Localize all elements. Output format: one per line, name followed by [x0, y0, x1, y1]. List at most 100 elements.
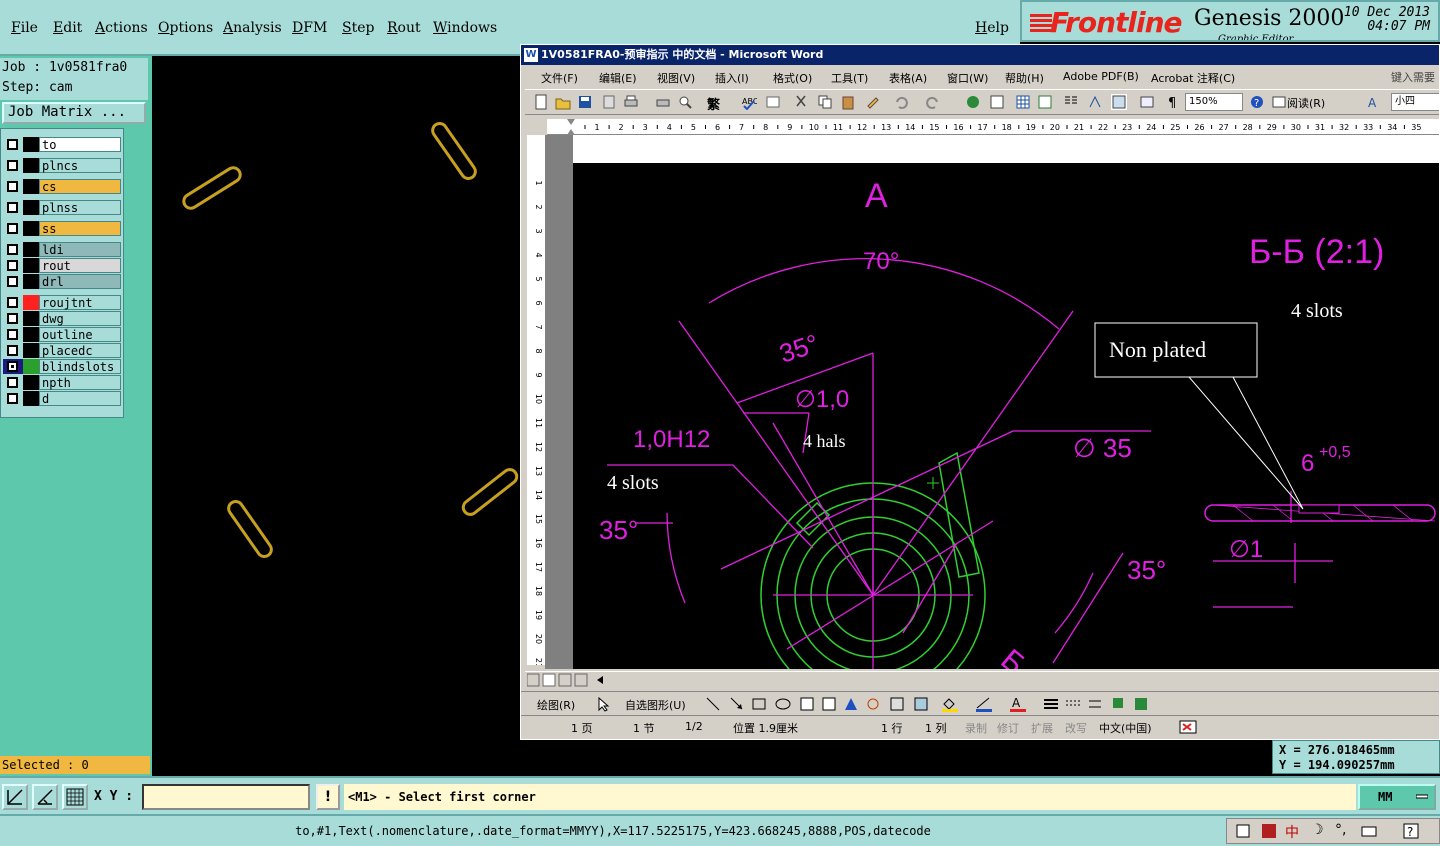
layer-checkbox[interactable] — [7, 202, 18, 213]
units-select[interactable]: MM — [1358, 784, 1436, 810]
layer-name[interactable]: to — [39, 137, 121, 152]
arrow-style-icon[interactable] — [1087, 696, 1103, 712]
layer-row-blindslots[interactable]: blindslots — [3, 359, 121, 374]
dash-style-icon[interactable] — [1065, 696, 1081, 712]
redo-icon[interactable] — [925, 94, 941, 110]
pilcrow-icon[interactable]: ¶ — [1165, 94, 1181, 110]
layer-name[interactable]: ss — [39, 221, 121, 236]
menu-windows[interactable]: Windows — [433, 20, 497, 36]
tables-borders-icon[interactable] — [989, 94, 1005, 110]
line-icon[interactable] — [705, 696, 721, 712]
layer-name[interactable]: placedc — [39, 343, 121, 358]
word-window[interactable]: W 1V0581FRA0-预审指示 中的文档 - Microsoft Word … — [520, 44, 1440, 740]
line-color-icon[interactable] — [975, 696, 995, 712]
layer-checkbox[interactable] — [7, 361, 18, 372]
preview-icon[interactable] — [677, 94, 693, 110]
info-button[interactable]: ! — [316, 784, 340, 810]
ime-logo-icon[interactable] — [1261, 823, 1277, 839]
insert-table-icon[interactable] — [1015, 94, 1031, 110]
layer-row-d[interactable]: d — [3, 391, 121, 406]
menu-edit[interactable]: Edit — [53, 20, 82, 36]
indent-marker-icon[interactable] — [567, 119, 575, 135]
save-icon[interactable] — [577, 94, 593, 110]
ime-help-icon[interactable]: ? — [1403, 823, 1419, 839]
open-folder-icon[interactable] — [555, 94, 571, 110]
3d-icon[interactable] — [1133, 696, 1149, 712]
spelling-icon[interactable]: ABC — [741, 94, 757, 110]
layer-checkbox[interactable] — [7, 297, 18, 308]
layer-checkbox[interactable] — [7, 223, 18, 234]
status-ovr[interactable]: 改写 — [1065, 720, 1087, 736]
layer-checkbox[interactable] — [7, 260, 18, 271]
ime-menu-icon[interactable] — [1235, 823, 1251, 839]
graphic-canvas[interactable] — [152, 56, 522, 776]
spelling-status-icon[interactable] — [1179, 719, 1201, 735]
layer-checkbox[interactable] — [7, 160, 18, 171]
layer-color-swatch[interactable] — [23, 311, 39, 326]
font-color-icon[interactable]: A — [1009, 696, 1029, 712]
layer-color-swatch[interactable] — [23, 343, 39, 358]
picture-icon[interactable] — [913, 696, 929, 712]
layer-color-swatch[interactable] — [23, 375, 39, 390]
hyperlink-icon[interactable] — [965, 94, 981, 110]
rectangle-icon[interactable] — [751, 696, 767, 712]
menu-options[interactable]: Options — [158, 20, 213, 36]
layer-row-dwg[interactable]: dwg — [3, 311, 121, 326]
arrow-icon[interactable] — [729, 696, 745, 712]
word-menu-insert[interactable]: 插入(I) — [715, 70, 749, 86]
select-objects-icon[interactable] — [595, 696, 611, 712]
word-menu-window[interactable]: 窗口(W) — [947, 70, 988, 86]
fill-color-icon[interactable] — [941, 696, 961, 712]
word-menu-acrobat[interactable]: Acrobat 注释(C) — [1151, 70, 1235, 86]
horizontal-scrollbar[interactable] — [525, 671, 1439, 687]
layer-checkbox[interactable] — [7, 139, 18, 150]
document-area[interactable]: A Б-Б (2:1) 70° 35° ∅1,0 1,0H12 4 hals 4… — [545, 135, 1439, 669]
layer-checkbox[interactable] — [7, 244, 18, 255]
layer-name[interactable]: plnss — [39, 200, 121, 215]
menu-analysis[interactable]: Analysis — [223, 20, 282, 36]
layer-name[interactable]: blindslots — [39, 359, 121, 374]
layer-color-swatch[interactable] — [23, 359, 39, 374]
textbox-icon[interactable] — [799, 696, 815, 712]
cut-icon[interactable] — [793, 94, 809, 110]
diagram-icon[interactable] — [865, 696, 881, 712]
vertical-textbox-icon[interactable] — [821, 696, 837, 712]
layer-name[interactable]: drl — [39, 274, 121, 289]
ime-moon-icon[interactable]: ☽ — [1311, 822, 1324, 838]
layer-row-plnss[interactable]: plnss — [3, 200, 121, 215]
word-menu-file[interactable]: 文件(F) — [541, 70, 578, 86]
layer-checkbox[interactable] — [7, 329, 18, 340]
word-menu-view[interactable]: 视图(V) — [657, 70, 695, 86]
layer-color-swatch[interactable] — [23, 295, 39, 310]
status-trk[interactable]: 修订 — [997, 720, 1019, 736]
layer-row-placedc[interactable]: placedc — [3, 343, 121, 358]
layer-color-swatch[interactable] — [23, 200, 39, 215]
layer-name[interactable]: cs — [39, 179, 121, 194]
read-mode-icon[interactable] — [1271, 94, 1287, 110]
snap-grid-button[interactable] — [62, 784, 88, 810]
layer-color-swatch[interactable] — [23, 274, 39, 289]
layer-row-to[interactable]: to — [3, 137, 121, 152]
layer-checkbox[interactable] — [7, 276, 18, 287]
layer-color-swatch[interactable] — [23, 179, 39, 194]
word-menu-format[interactable]: 格式(O) — [773, 70, 812, 86]
ime-toolbar[interactable]: 中 ☽ °, ? — [1226, 818, 1440, 844]
layer-color-swatch[interactable] — [23, 242, 39, 257]
zoom-select[interactable]: 150% — [1185, 93, 1243, 111]
clipart-icon[interactable] — [889, 696, 905, 712]
help-icon[interactable]: ? — [1249, 94, 1265, 110]
layer-checkbox[interactable] — [7, 181, 18, 192]
layer-name[interactable]: d — [39, 391, 121, 406]
word-menu-help[interactable]: 帮助(H) — [1005, 70, 1044, 86]
layer-color-swatch[interactable] — [23, 327, 39, 342]
layer-checkbox[interactable] — [7, 377, 18, 388]
word-menu-table[interactable]: 表格(A) — [889, 70, 927, 86]
layer-name[interactable]: ldi — [39, 242, 121, 257]
word-menu-adobe-pdf[interactable]: Adobe PDF(B) — [1063, 70, 1139, 83]
read-mode-button[interactable]: 阅读(R) — [1287, 95, 1325, 111]
undo-icon[interactable] — [893, 94, 909, 110]
layer-checkbox[interactable] — [7, 393, 18, 404]
layer-color-swatch[interactable] — [23, 158, 39, 173]
menu-actions[interactable]: Actions — [95, 20, 148, 36]
status-rec[interactable]: 录制 — [965, 720, 987, 736]
